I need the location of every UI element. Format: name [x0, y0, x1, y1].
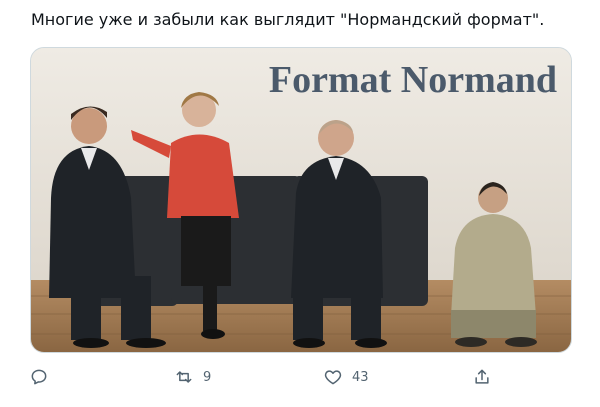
like-button[interactable]: 43 — [323, 362, 369, 392]
retweet-button[interactable]: 9 — [174, 362, 211, 392]
share-button[interactable] — [472, 362, 501, 392]
share-icon — [475, 369, 489, 384]
like-count: 43 — [352, 369, 369, 385]
heart-icon — [324, 370, 342, 385]
media-image: Format Normand — [31, 48, 571, 352]
tweet: Многие уже и забыли как выглядит "Норман… — [0, 0, 600, 407]
retweet-count: 9 — [203, 369, 212, 385]
tweet-actions: 9 43 — [0, 362, 600, 392]
reply-icon — [31, 369, 47, 385]
media-overlay-title: Format Normand — [269, 59, 557, 101]
reply-button[interactable] — [29, 362, 58, 392]
tweet-media[interactable]: Format Normand — [30, 47, 572, 353]
tweet-text: Многие уже и забыли как выглядит "Норман… — [31, 10, 545, 29]
retweet-icon — [176, 371, 192, 383]
